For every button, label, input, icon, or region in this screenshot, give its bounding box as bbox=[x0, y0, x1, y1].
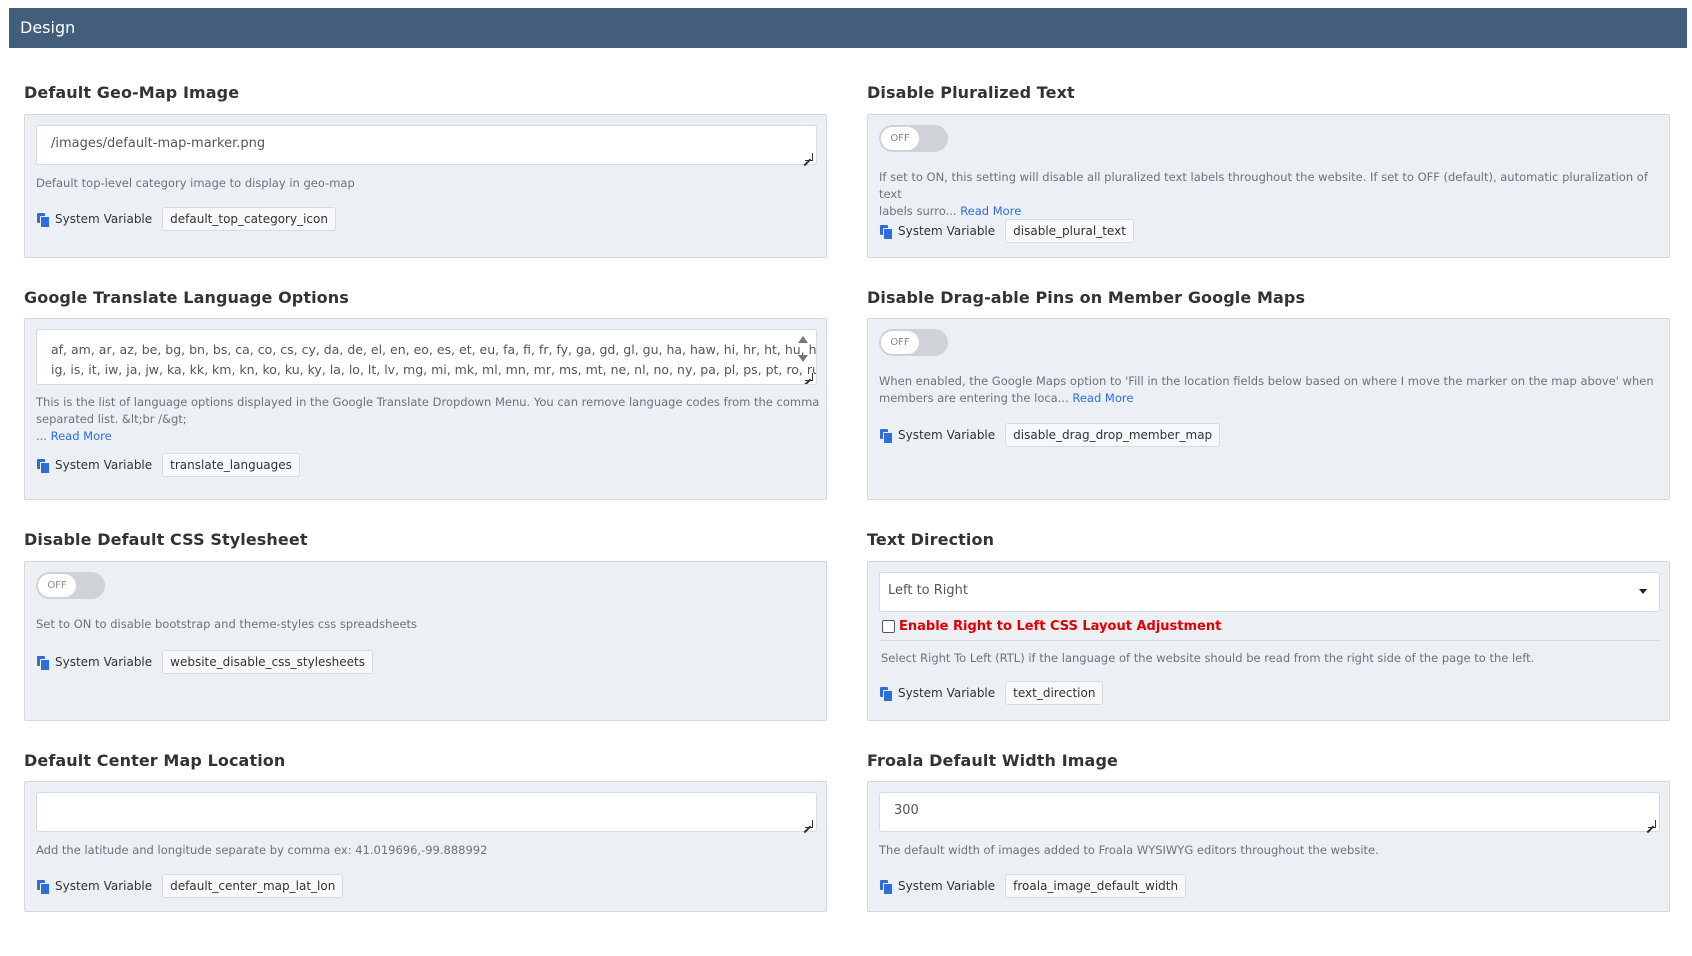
sysvar-label: System Variable bbox=[898, 686, 996, 700]
copy-icon[interactable] bbox=[880, 879, 893, 895]
froala-input-value: 300 bbox=[894, 803, 919, 818]
copy-icon[interactable] bbox=[880, 224, 893, 240]
css-variable[interactable]: website_disable_css_stylesheets bbox=[162, 650, 373, 674]
center-map-help: Add the latitude and longitude separate … bbox=[36, 843, 488, 857]
plural-sysvar: System Variable disable_plural_text bbox=[880, 219, 1134, 243]
drag-pins-read-more-link[interactable]: Read More bbox=[1072, 391, 1133, 405]
sysvar-label: System Variable bbox=[898, 879, 996, 893]
drag-pins-toggle-knob: OFF bbox=[881, 331, 919, 354]
sysvar-label: System Variable bbox=[898, 428, 996, 442]
copy-icon[interactable] bbox=[37, 458, 50, 474]
css-title: Disable Default CSS Stylesheet bbox=[24, 530, 308, 549]
drag-pins-panel: OFF When enabled, the Google Maps option… bbox=[867, 318, 1670, 500]
geo-map-input[interactable]: /images/default-map-marker.png bbox=[36, 125, 817, 165]
center-map-variable[interactable]: default_center_map_lat_lon bbox=[162, 874, 344, 898]
translate-read-more-link[interactable]: Read More bbox=[51, 429, 112, 443]
geo-map-title: Default Geo-Map Image bbox=[24, 83, 240, 102]
text-direction-title: Text Direction bbox=[867, 530, 995, 549]
drag-pins-help-line-2: members are entering the loca... bbox=[879, 391, 1069, 405]
text-direction-select[interactable]: Left to Right bbox=[879, 572, 1660, 612]
copy-icon[interactable] bbox=[880, 428, 893, 444]
section-header-title: Design bbox=[20, 18, 76, 37]
drag-pins-help: When enabled, the Google Maps option to … bbox=[879, 373, 1654, 407]
css-toggle-knob: OFF bbox=[38, 574, 76, 597]
resize-handle-icon[interactable] bbox=[805, 820, 813, 828]
translate-help-line-2: separated list. &lt;br /&gt; bbox=[36, 412, 187, 426]
plural-help-line-2: labels surro... bbox=[879, 204, 957, 218]
geo-map-variable[interactable]: default_top_category_icon bbox=[162, 207, 336, 231]
plural-toggle-knob: OFF bbox=[881, 127, 919, 150]
sysvar-label: System Variable bbox=[55, 212, 153, 226]
froala-variable[interactable]: froala_image_default_width bbox=[1005, 874, 1187, 898]
center-map-title: Default Center Map Location bbox=[24, 751, 286, 770]
drag-pins-title: Disable Drag-able Pins on Member Google … bbox=[867, 288, 1306, 307]
sysvar-label: System Variable bbox=[55, 655, 153, 669]
scroll-up-icon[interactable] bbox=[798, 336, 808, 343]
drag-pins-toggle[interactable]: OFF bbox=[879, 329, 948, 356]
geo-map-help: Default top-level category image to disp… bbox=[36, 176, 355, 190]
froala-title: Froala Default Width Image bbox=[867, 751, 1118, 770]
drag-pins-help-line-1: When enabled, the Google Maps option to … bbox=[879, 374, 1654, 388]
text-direction-selected: Left to Right bbox=[888, 583, 969, 598]
copy-icon[interactable] bbox=[880, 686, 893, 702]
text-direction-help: Select Right To Left (RTL) if the langua… bbox=[881, 651, 1535, 665]
plural-toggle[interactable]: OFF bbox=[879, 125, 948, 152]
translate-help-line-1: This is the list of language options dis… bbox=[36, 395, 820, 409]
plural-title: Disable Pluralized Text bbox=[867, 83, 1075, 102]
text-direction-variable[interactable]: text_direction bbox=[1005, 681, 1104, 705]
translate-line-2: ig, is, it, iw, ja, jw, ka, kk, km, kn, … bbox=[51, 362, 817, 377]
plural-help: If set to ON, this setting will disable … bbox=[879, 169, 1669, 220]
translate-line-1: af, am, ar, az, be, bg, bn, bs, ca, co, … bbox=[51, 342, 817, 357]
geo-map-input-value: /images/default-map-marker.png bbox=[51, 136, 266, 151]
rtl-checkbox-row[interactable]: Enable Right to Left CSS Layout Adjustme… bbox=[882, 619, 1221, 634]
css-sysvar: System Variable website_disable_css_styl… bbox=[37, 650, 373, 674]
section-header: Design bbox=[9, 8, 1687, 48]
translate-textarea[interactable]: af, am, ar, az, be, bg, bn, bs, ca, co, … bbox=[36, 329, 817, 385]
geo-map-sysvar: System Variable default_top_category_ico… bbox=[37, 207, 336, 231]
resize-handle-icon[interactable] bbox=[805, 153, 813, 161]
rtl-checkbox-label[interactable]: Enable Right to Left CSS Layout Adjustme… bbox=[899, 619, 1221, 634]
translate-panel: af, am, ar, az, be, bg, bn, bs, ca, co, … bbox=[24, 318, 827, 500]
translate-sysvar: System Variable translate_languages bbox=[37, 453, 300, 477]
translate-help: This is the list of language options dis… bbox=[36, 394, 819, 445]
divider bbox=[879, 640, 1660, 641]
rtl-checkbox[interactable] bbox=[882, 620, 895, 633]
froala-help: The default width of images added to Fro… bbox=[879, 843, 1379, 857]
resize-handle-icon[interactable] bbox=[1648, 820, 1656, 828]
css-panel: OFF Set to ON to disable bootstrap and t… bbox=[24, 561, 827, 721]
plural-variable[interactable]: disable_plural_text bbox=[1005, 219, 1134, 243]
geo-map-panel: /images/default-map-marker.png Default t… bbox=[24, 114, 827, 258]
plural-panel: OFF If set to ON, this setting will disa… bbox=[867, 114, 1670, 258]
drag-pins-variable[interactable]: disable_drag_drop_member_map bbox=[1005, 423, 1221, 447]
center-map-sysvar: System Variable default_center_map_lat_l… bbox=[37, 874, 344, 898]
sysvar-label: System Variable bbox=[55, 458, 153, 472]
copy-icon[interactable] bbox=[37, 655, 50, 671]
translate-title: Google Translate Language Options bbox=[24, 288, 349, 307]
translate-variable[interactable]: translate_languages bbox=[162, 453, 300, 477]
resize-handle-icon[interactable] bbox=[805, 373, 813, 381]
center-map-input[interactable] bbox=[36, 792, 817, 832]
scroll-down-icon[interactable] bbox=[798, 355, 808, 362]
froala-sysvar: System Variable froala_image_default_wid… bbox=[880, 874, 1187, 898]
plural-read-more-link[interactable]: Read More bbox=[960, 204, 1021, 218]
center-map-panel: Add the latitude and longitude separate … bbox=[24, 781, 827, 912]
froala-input[interactable]: 300 bbox=[879, 792, 1660, 832]
plural-help-line-1: If set to ON, this setting will disable … bbox=[879, 170, 1648, 201]
css-help: Set to ON to disable bootstrap and theme… bbox=[36, 617, 418, 631]
sysvar-label: System Variable bbox=[898, 224, 996, 238]
sysvar-label: System Variable bbox=[55, 879, 153, 893]
chevron-down-icon bbox=[1639, 589, 1647, 594]
text-direction-sysvar: System Variable text_direction bbox=[880, 681, 1104, 705]
drag-pins-sysvar: System Variable disable_drag_drop_member… bbox=[880, 423, 1221, 447]
copy-icon[interactable] bbox=[37, 879, 50, 895]
css-toggle[interactable]: OFF bbox=[36, 572, 105, 599]
translate-help-ellipsis: ... bbox=[36, 429, 47, 443]
text-direction-panel: Left to Right Enable Right to Left CSS L… bbox=[867, 561, 1670, 721]
froala-panel: 300 The default width of images added to… bbox=[867, 781, 1670, 912]
copy-icon[interactable] bbox=[37, 212, 50, 228]
